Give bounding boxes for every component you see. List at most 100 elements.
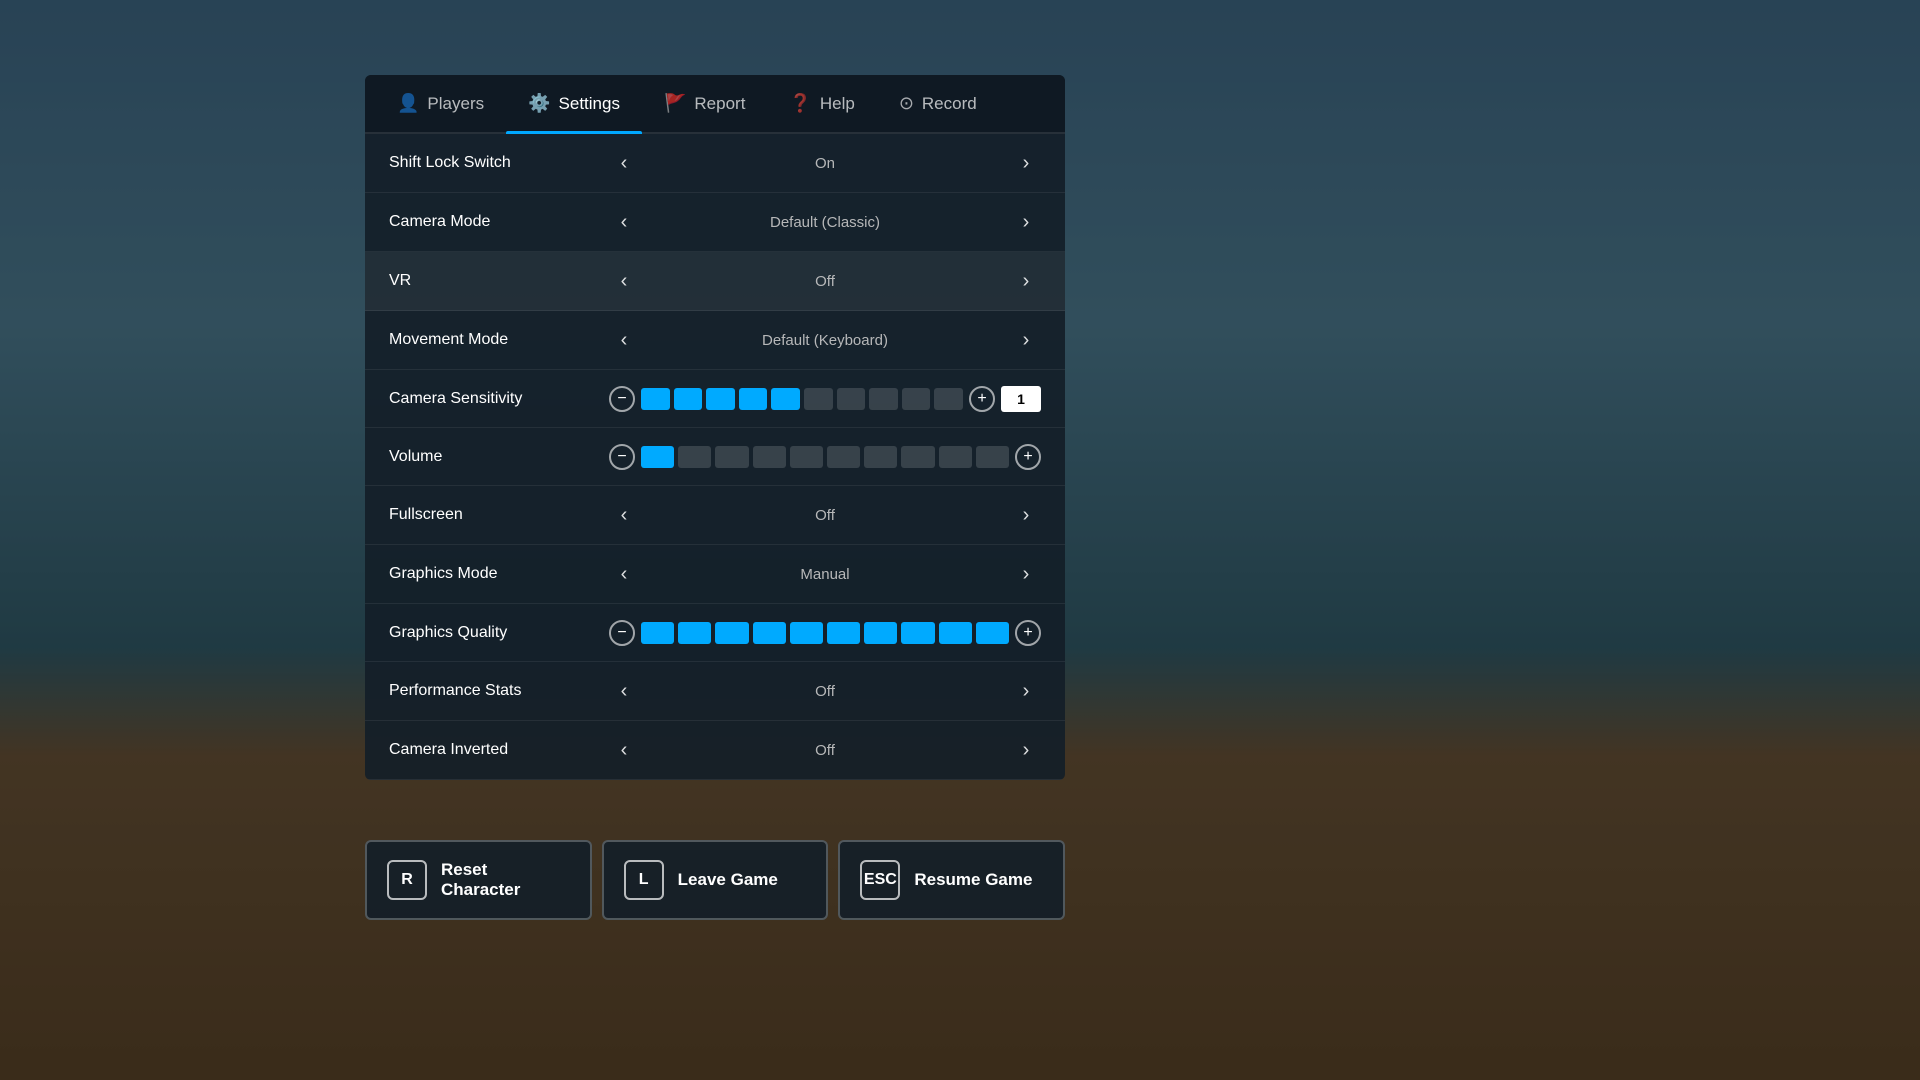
shift-lock-value: On xyxy=(649,155,1001,172)
gq-seg-2 xyxy=(678,622,711,644)
graphics-quality-minus[interactable]: − xyxy=(609,620,635,646)
leave-key-badge: L xyxy=(624,860,664,900)
movement-mode-value: Default (Keyboard) xyxy=(649,332,1001,349)
camera-mode-prev[interactable]: ‹ xyxy=(609,207,639,237)
tab-record[interactable]: ⊙ Record xyxy=(877,75,999,132)
fullscreen-label: Fullscreen xyxy=(389,506,609,524)
gq-seg-8 xyxy=(901,622,934,644)
reset-key-badge: R xyxy=(387,860,427,900)
volume-plus[interactable]: + xyxy=(1015,444,1041,470)
camera-sensitivity-control: − + xyxy=(609,386,1041,412)
seg-10 xyxy=(934,388,963,410)
vol-seg-3 xyxy=(715,446,748,468)
gq-seg-6 xyxy=(827,622,860,644)
camera-mode-next[interactable]: › xyxy=(1011,207,1041,237)
camera-sensitivity-segments xyxy=(641,388,963,410)
volume-segments xyxy=(641,446,1009,468)
tab-settings-label: Settings xyxy=(559,94,620,114)
resume-game-button[interactable]: ESC Resume Game xyxy=(838,840,1065,920)
tab-report[interactable]: 🚩 Report xyxy=(642,75,767,132)
tab-players[interactable]: 👤 Players xyxy=(375,75,506,132)
vr-label: VR xyxy=(389,272,609,290)
graphics-mode-control: ‹ Manual › xyxy=(609,559,1041,589)
volume-minus[interactable]: − xyxy=(609,444,635,470)
resume-game-label: Resume Game xyxy=(914,870,1032,890)
setting-camera-sensitivity: Camera Sensitivity − xyxy=(365,370,1065,428)
tab-settings[interactable]: ⚙️ Settings xyxy=(506,75,642,132)
graphics-mode-label: Graphics Mode xyxy=(389,565,609,583)
shift-lock-label: Shift Lock Switch xyxy=(389,154,609,172)
camera-sensitivity-label: Camera Sensitivity xyxy=(389,390,609,408)
camera-sensitivity-slider: − + xyxy=(609,386,1041,412)
graphics-quality-segments xyxy=(641,622,1009,644)
performance-stats-value: Off xyxy=(649,683,1001,700)
setting-fullscreen: Fullscreen ‹ Off › xyxy=(365,486,1065,545)
movement-mode-next[interactable]: › xyxy=(1011,325,1041,355)
reset-character-label: Reset Character xyxy=(441,860,570,900)
performance-stats-prev[interactable]: ‹ xyxy=(609,676,639,706)
settings-content: Shift Lock Switch ‹ On › Camera Mode ‹ D… xyxy=(365,134,1065,780)
movement-mode-label: Movement Mode xyxy=(389,331,609,349)
setting-shift-lock: Shift Lock Switch ‹ On › xyxy=(365,134,1065,193)
fullscreen-next[interactable]: › xyxy=(1011,500,1041,530)
vol-seg-1 xyxy=(641,446,674,468)
tab-players-label: Players xyxy=(427,94,484,114)
camera-inverted-value: Off xyxy=(649,742,1001,759)
camera-sensitivity-input[interactable] xyxy=(1001,386,1041,412)
movement-mode-control: ‹ Default (Keyboard) › xyxy=(609,325,1041,355)
record-icon: ⊙ xyxy=(899,93,914,114)
shift-lock-prev[interactable]: ‹ xyxy=(609,148,639,178)
camera-sensitivity-plus[interactable]: + xyxy=(969,386,995,412)
vol-seg-9 xyxy=(939,446,972,468)
seg-8 xyxy=(869,388,898,410)
resume-key-badge: ESC xyxy=(860,860,900,900)
movement-mode-prev[interactable]: ‹ xyxy=(609,325,639,355)
vol-seg-4 xyxy=(753,446,786,468)
tab-help[interactable]: ❓ Help xyxy=(767,75,876,132)
leave-game-button[interactable]: L Leave Game xyxy=(602,840,829,920)
reset-character-button[interactable]: R Reset Character xyxy=(365,840,592,920)
settings-panel: 👤 Players ⚙️ Settings 🚩 Report ❓ Help ⊙ … xyxy=(365,75,1065,780)
seg-6 xyxy=(804,388,833,410)
seg-4 xyxy=(739,388,768,410)
vol-seg-7 xyxy=(864,446,897,468)
graphics-quality-plus[interactable]: + xyxy=(1015,620,1041,646)
camera-mode-control: ‹ Default (Classic) › xyxy=(609,207,1041,237)
fullscreen-prev[interactable]: ‹ xyxy=(609,500,639,530)
tab-record-label: Record xyxy=(922,94,977,114)
camera-mode-label: Camera Mode xyxy=(389,213,609,231)
report-icon: 🚩 xyxy=(664,93,686,114)
camera-mode-value: Default (Classic) xyxy=(649,214,1001,231)
performance-stats-label: Performance Stats xyxy=(389,682,609,700)
settings-icon: ⚙️ xyxy=(528,93,550,114)
vr-next[interactable]: › xyxy=(1011,266,1041,296)
tab-report-label: Report xyxy=(694,94,745,114)
graphics-mode-next[interactable]: › xyxy=(1011,559,1041,589)
graphics-mode-prev[interactable]: ‹ xyxy=(609,559,639,589)
camera-inverted-prev[interactable]: ‹ xyxy=(609,735,639,765)
setting-performance-stats: Performance Stats ‹ Off › xyxy=(365,662,1065,721)
setting-graphics-mode: Graphics Mode ‹ Manual › xyxy=(365,545,1065,604)
setting-vr: VR ‹ Off › xyxy=(365,252,1065,311)
action-buttons: R Reset Character L Leave Game ESC Resum… xyxy=(365,840,1065,920)
leave-game-label: Leave Game xyxy=(678,870,778,890)
camera-inverted-label: Camera Inverted xyxy=(389,741,609,759)
help-icon: ❓ xyxy=(789,93,811,114)
camera-inverted-control: ‹ Off › xyxy=(609,735,1041,765)
performance-stats-next[interactable]: › xyxy=(1011,676,1041,706)
tab-help-label: Help xyxy=(820,94,855,114)
camera-inverted-next[interactable]: › xyxy=(1011,735,1041,765)
shift-lock-control: ‹ On › xyxy=(609,148,1041,178)
vr-prev[interactable]: ‹ xyxy=(609,266,639,296)
volume-slider: − + xyxy=(609,444,1041,470)
camera-sensitivity-minus[interactable]: − xyxy=(609,386,635,412)
volume-label: Volume xyxy=(389,448,609,466)
vr-control: ‹ Off › xyxy=(609,266,1041,296)
vol-seg-6 xyxy=(827,446,860,468)
vol-seg-10 xyxy=(976,446,1009,468)
seg-5 xyxy=(771,388,800,410)
shift-lock-next[interactable]: › xyxy=(1011,148,1041,178)
gq-seg-5 xyxy=(790,622,823,644)
volume-control: − + xyxy=(609,444,1041,470)
setting-volume: Volume − + xyxy=(365,428,1065,486)
